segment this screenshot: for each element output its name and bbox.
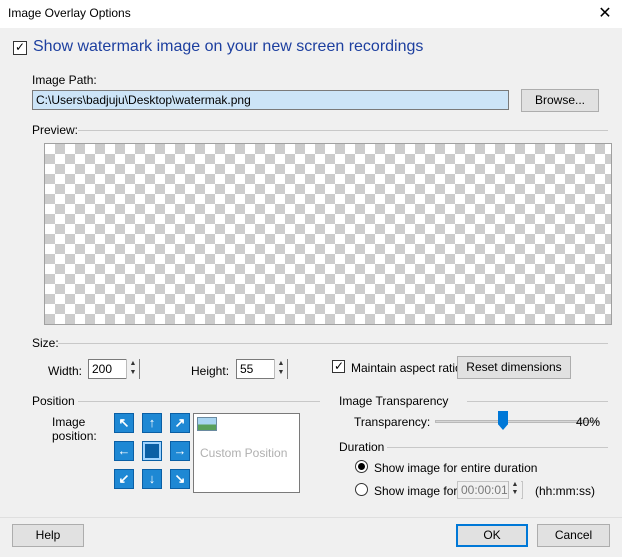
ok-button[interactable]: OK [456, 524, 528, 547]
show-for-radio[interactable] [355, 483, 368, 496]
radio-selected-dot [358, 463, 365, 470]
position-bottom-center-button[interactable]: ↓ [142, 469, 162, 489]
spin-up-icon[interactable]: ▲ [275, 359, 287, 368]
position-center-button[interactable] [142, 441, 162, 461]
spin-down-icon[interactable]: ▼ [275, 368, 287, 377]
position-top-center-button[interactable]: ↑ [142, 413, 162, 433]
entire-duration-radio[interactable] [355, 460, 368, 473]
spin-up-icon[interactable]: ▲ [127, 359, 139, 368]
arrow-icon: ↖ [118, 415, 130, 430]
transparency-slider-track[interactable] [435, 420, 599, 423]
arrow-icon: ↓ [148, 471, 156, 486]
width-stepper[interactable]: ▲ ▼ [126, 359, 139, 379]
cancel-button[interactable]: Cancel [537, 524, 610, 547]
duration-separator [387, 447, 608, 448]
spin-down-icon[interactable]: ▼ [509, 489, 521, 497]
show-for-label[interactable]: Show image for [374, 484, 457, 498]
spin-down-icon[interactable]: ▼ [127, 368, 139, 377]
position-middle-right-button[interactable]: → [170, 441, 190, 461]
arrow-icon: ↗ [174, 415, 186, 430]
arrow-icon: ↑ [148, 415, 156, 430]
close-button[interactable]: ✕ [590, 2, 620, 26]
maintain-aspect-label[interactable]: Maintain aspect ratio [351, 361, 462, 375]
size-separator [58, 343, 608, 344]
arrow-icon: ↙ [118, 471, 130, 486]
position-bottom-left-button[interactable]: ↙ [114, 469, 134, 489]
dialog-footer: Help OK Cancel [0, 517, 622, 557]
arrow-icon: ↘ [174, 471, 186, 486]
spin-up-icon[interactable]: ▲ [509, 481, 521, 489]
close-icon: ✕ [598, 5, 612, 22]
dialog-body: ✓ Show watermark image on your new scree… [0, 28, 622, 517]
entire-duration-label[interactable]: Show image for entire duration [374, 461, 537, 475]
checkmark-icon: ✓ [15, 40, 26, 54]
position-label: Position [32, 394, 75, 408]
position-separator [78, 401, 320, 402]
image-path-input[interactable] [32, 90, 509, 110]
transparency-value: 40% [576, 415, 601, 429]
custom-position-box[interactable]: Custom Position [193, 413, 300, 493]
browse-button[interactable]: Browse... [521, 89, 599, 112]
position-bottom-right-button[interactable]: ↘ [170, 469, 190, 489]
image-transparency-label: Image Transparency [339, 394, 449, 408]
transparency-separator [467, 401, 608, 402]
image-position-label-line2: position: [52, 429, 97, 443]
help-button[interactable]: Help [12, 524, 84, 547]
image-thumbnail-icon [197, 417, 217, 431]
transparency-label: Transparency: [354, 415, 431, 429]
transparency-slider-thumb[interactable] [498, 411, 508, 430]
image-position-label-line1: Image [52, 415, 86, 429]
duration-time-stepper[interactable]: ▲ ▼ [508, 481, 521, 499]
reset-dimensions-button[interactable]: Reset dimensions [457, 356, 571, 379]
position-middle-left-button[interactable]: ← [114, 441, 134, 461]
show-watermark-checkbox[interactable]: ✓ [13, 40, 27, 55]
width-label: Width: [48, 364, 83, 378]
arrow-icon: ← [117, 443, 131, 458]
image-path-label: Image Path: [32, 73, 97, 87]
size-label: Size: [32, 336, 59, 350]
maintain-aspect-checkbox[interactable]: ✓ [332, 359, 345, 373]
show-watermark-label[interactable]: Show watermark image on your new screen … [33, 38, 423, 56]
preview-separator [78, 130, 608, 131]
height-stepper[interactable]: ▲ ▼ [274, 359, 287, 379]
time-format-hint: (hh:mm:ss) [535, 484, 595, 498]
preview-area [44, 143, 612, 325]
height-label: Height: [191, 364, 230, 378]
position-top-left-button[interactable]: ↖ [114, 413, 134, 433]
preview-label: Preview: [32, 123, 79, 137]
custom-position-label: Custom Position [200, 446, 288, 460]
arrow-icon: → [173, 443, 187, 458]
image-position-label: Image position: [52, 415, 97, 443]
duration-label: Duration [339, 440, 385, 454]
title-bar: Image Overlay Options ✕ [0, 0, 622, 28]
position-top-right-button[interactable]: ↗ [170, 413, 190, 433]
checkmark-icon: ✓ [334, 359, 345, 373]
window-title: Image Overlay Options [8, 6, 131, 20]
